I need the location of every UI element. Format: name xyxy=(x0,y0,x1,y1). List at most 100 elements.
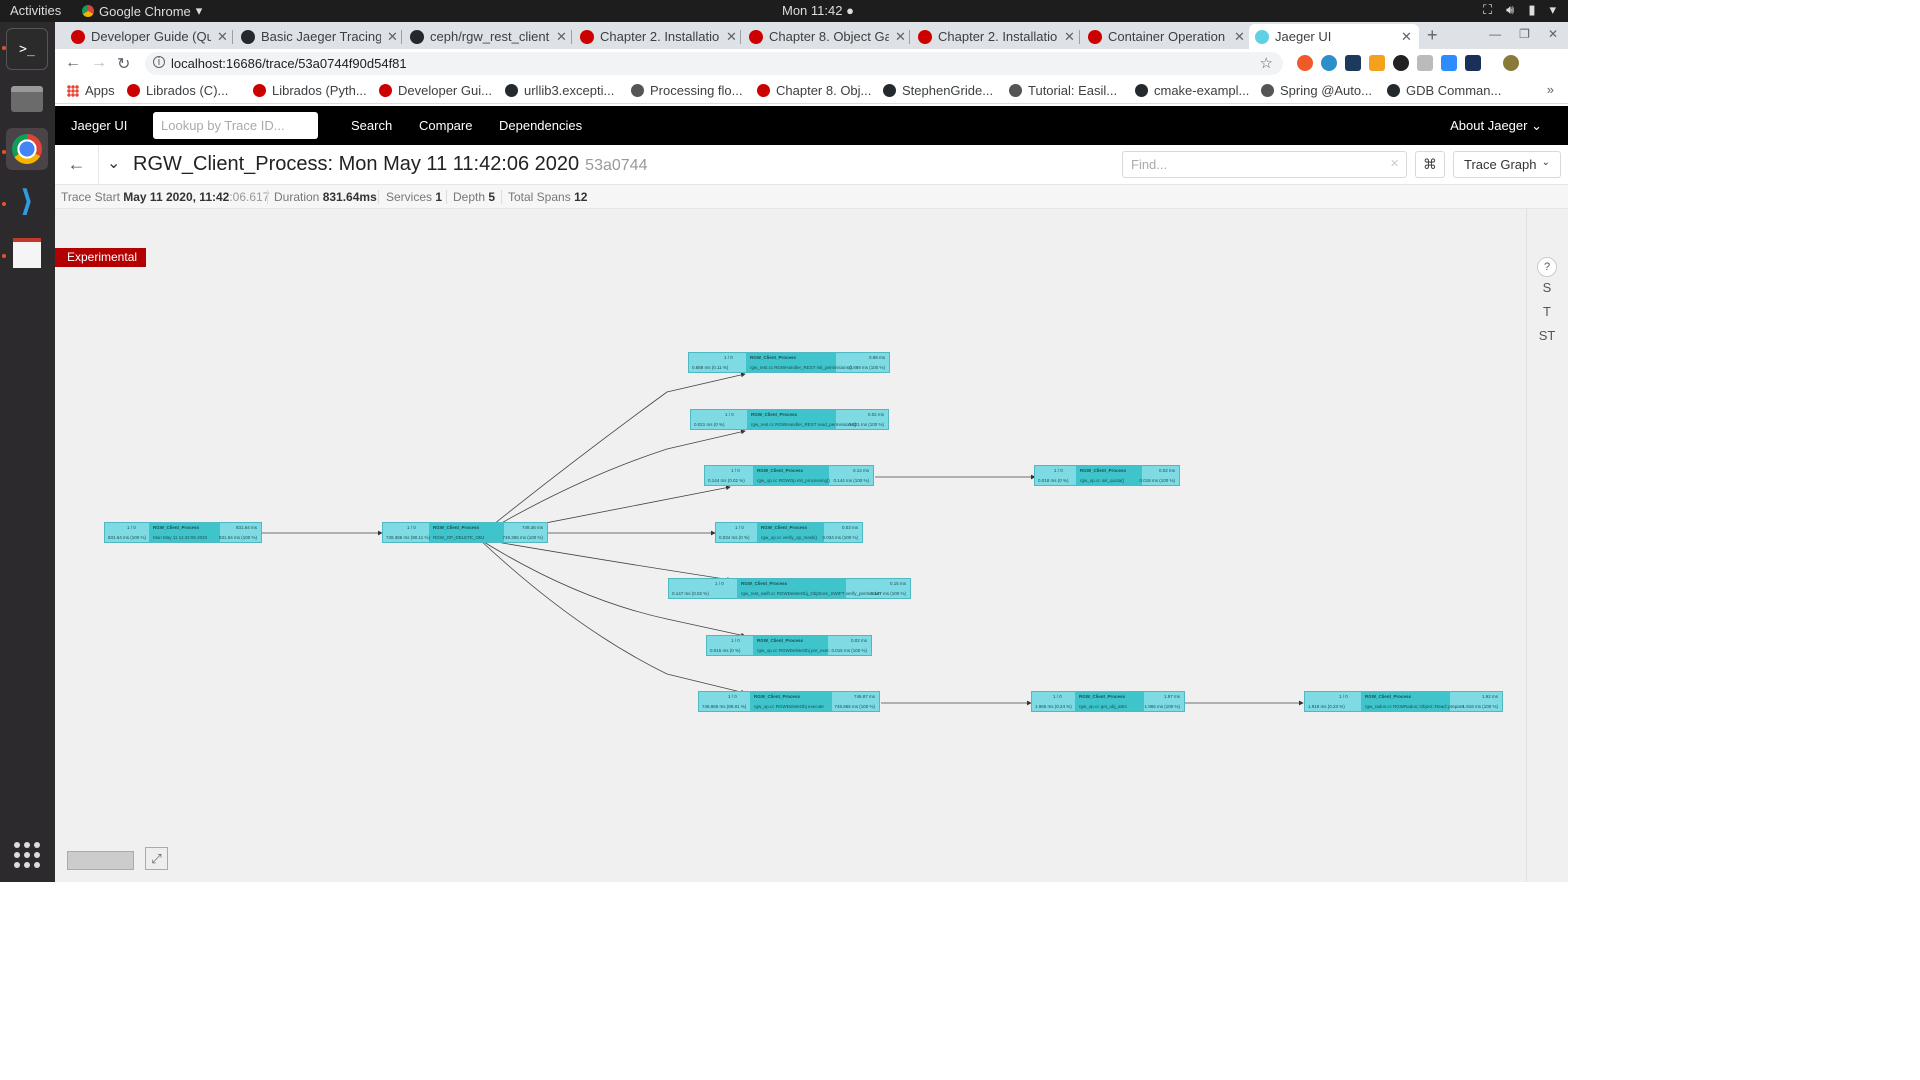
bookmark-apps[interactable]: Apps xyxy=(67,83,115,98)
span-self-ratio: 1.966 ms (100 %) xyxy=(1144,704,1180,709)
keyboard-shortcuts-button[interactable]: ⌘ xyxy=(1415,151,1445,178)
close-window-icon[interactable]: ✕ xyxy=(1548,27,1558,41)
info-icon[interactable]: i xyxy=(153,56,165,68)
system-tray[interactable]: ⛶ 🔊︎ ▮ ▾ xyxy=(1483,2,1556,18)
extension-icon[interactable] xyxy=(1417,55,1433,71)
span-node[interactable]: 1 / 0 RGW_Client_Process 0.89 ms 0.889 ms (… xyxy=(688,352,890,373)
span-node[interactable]: 1 / 0 RGW_Client_Process 0.02 ms 0.018 ms (… xyxy=(1034,465,1180,486)
tab-chapter-2-installation-2[interactable]: Chapter 2. Installatio ✕ xyxy=(912,24,1081,49)
close-icon[interactable]: ✕ xyxy=(1401,29,1412,45)
span-duration: 831.64 ms xyxy=(235,525,257,530)
close-icon[interactable]: ✕ xyxy=(1234,29,1245,45)
span-node[interactable]: 1 / 0 RGW_Client_Process 746.87 ms 746.866 … xyxy=(698,691,880,712)
span-operation: rgw_op.cc RGWDeleteObj pre_exec xyxy=(757,648,830,653)
bookmark-item[interactable]: StephenGride... xyxy=(883,83,993,98)
view-mode-select[interactable]: Trace Graph ⌄ xyxy=(1453,151,1561,178)
app-menu[interactable]: Google Chrome ▾ xyxy=(82,3,202,19)
jaeger-brand[interactable]: Jaeger UI xyxy=(71,118,127,133)
trace-short-id: 53a0744 xyxy=(585,157,648,174)
tab-basic-jaeger-tracing[interactable]: Basic Jaeger Tracing ✕ xyxy=(235,24,404,49)
clear-find-icon[interactable]: ✕ xyxy=(1390,157,1399,170)
vscode-app-icon[interactable]: ⟩ xyxy=(6,180,48,222)
clock[interactable]: Mon 11:42 ● xyxy=(782,3,854,18)
close-icon[interactable]: ✕ xyxy=(726,29,737,45)
bookmark-star-icon[interactable]: ☆ xyxy=(1260,54,1273,72)
bookmark-item[interactable]: Developer Gui... xyxy=(379,83,492,98)
tab-container-operations[interactable]: Container Operation ✕ xyxy=(1082,24,1251,49)
extension-icon[interactable] xyxy=(1321,55,1337,71)
minimize-icon[interactable]: — xyxy=(1489,27,1501,41)
span-operation: rgw_op.cc RGWOp init_processing() xyxy=(757,478,831,483)
chrome-app-icon[interactable] xyxy=(6,128,48,170)
span-count: 1 / 0 xyxy=(1339,694,1348,699)
tab-jaeger-ui[interactable]: Jaeger UI ✕ xyxy=(1249,24,1419,49)
tab-chapter-8-object-gateway[interactable]: Chapter 8. Object Ga ✕ xyxy=(743,24,912,49)
extension-icon[interactable] xyxy=(1369,55,1385,71)
span-node[interactable]: 1 / 0 RGW_Client_Process 0.02 ms 0.015 ms (… xyxy=(706,635,872,656)
close-icon[interactable]: ✕ xyxy=(556,29,567,45)
mode-selftime-button[interactable]: ST xyxy=(1534,327,1560,347)
bookmark-item[interactable]: Processing flo... xyxy=(631,83,743,98)
bookmark-item[interactable]: GDB Comman... xyxy=(1387,83,1501,98)
nav-compare[interactable]: Compare xyxy=(419,118,472,133)
span-self-time: 1.918 ms (0.23 %) xyxy=(1308,704,1345,709)
close-icon[interactable]: ✕ xyxy=(895,29,906,45)
files-app-icon[interactable] xyxy=(6,78,48,120)
span-node[interactable]: 1 / 0 RGW_Client_Process 1.92 ms 1.918 ms (… xyxy=(1304,691,1503,712)
help-icon[interactable]: ? xyxy=(1537,257,1557,277)
collapse-chevron-icon[interactable]: ⌄ xyxy=(107,153,120,173)
reload-icon[interactable]: ↻ xyxy=(117,54,130,74)
extension-icon[interactable] xyxy=(1297,55,1313,71)
address-bar[interactable]: i localhost:16686/trace/53a0744f90d54f81… xyxy=(145,52,1283,75)
tab-rgw-rest-client[interactable]: ceph/rgw_rest_client ✕ xyxy=(404,24,573,49)
mode-time-button[interactable]: T xyxy=(1537,303,1557,323)
forward-icon[interactable]: → xyxy=(91,54,107,72)
more-bookmarks-icon[interactable]: » xyxy=(1547,82,1554,97)
fit-to-screen-icon[interactable]: ⤢ xyxy=(145,847,168,870)
text-editor-app-icon[interactable] xyxy=(6,232,48,274)
span-node[interactable]: 1 / 0 RGW_Client_Process 1.97 ms 1.966 ms (… xyxy=(1031,691,1185,712)
trace-id-lookup-input[interactable]: Lookup by Trace ID... xyxy=(153,112,318,139)
bookmark-item[interactable]: cmake-exampl... xyxy=(1135,83,1249,98)
bookmark-item[interactable]: Chapter 8. Obj... xyxy=(757,83,871,98)
nav-search[interactable]: Search xyxy=(351,118,392,133)
span-node[interactable]: 1 / 0 RGW_Client_Process 0.14 ms 0.144 ms (… xyxy=(704,465,874,486)
tab-developer-guide[interactable]: Developer Guide (Qu ✕ xyxy=(65,24,234,49)
profile-avatar[interactable] xyxy=(1503,55,1519,71)
close-icon[interactable]: ✕ xyxy=(217,29,228,45)
back-icon[interactable]: ← xyxy=(65,54,81,72)
globe-icon xyxy=(631,84,644,97)
show-applications-icon[interactable] xyxy=(14,842,40,868)
find-input[interactable]: Find... xyxy=(1122,151,1407,178)
depth-summary: Depth 5 xyxy=(453,190,495,204)
bookmark-item[interactable]: Librados (C)... xyxy=(127,83,228,98)
span-node[interactable]: 1 / 0 RGW_Client_Process 749.36 ms 749.365 … xyxy=(382,522,548,543)
nav-dependencies[interactable]: Dependencies xyxy=(499,118,582,133)
terminal-app-icon[interactable]: >_ xyxy=(6,28,48,70)
bookmark-item[interactable]: Tutorial: Easil... xyxy=(1009,83,1117,98)
about-jaeger-menu[interactable]: About Jaeger ⌄ xyxy=(1450,118,1542,134)
graph-minimap[interactable] xyxy=(67,851,134,870)
extension-icon[interactable] xyxy=(1345,55,1361,71)
maximize-icon[interactable]: ❐ xyxy=(1519,27,1530,41)
trace-graph-canvas[interactable] xyxy=(55,209,1526,882)
tab-chapter-2-installation[interactable]: Chapter 2. Installatio ✕ xyxy=(574,24,743,49)
back-arrow-icon[interactable]: ← xyxy=(55,145,99,185)
new-tab-button[interactable]: + xyxy=(1427,25,1438,46)
activities-button[interactable]: Activities xyxy=(10,3,61,18)
bookmark-item[interactable]: Librados (Pyth... xyxy=(253,83,367,98)
extension-icon[interactable] xyxy=(1393,55,1409,71)
close-icon[interactable]: ✕ xyxy=(387,29,398,45)
span-node[interactable]: 1 / 0 RGW_Client_Process 0.02 ms 0.021 ms (… xyxy=(690,409,889,430)
extension-icon[interactable] xyxy=(1465,55,1481,71)
tab-strip: Developer Guide (Qu ✕ Basic Jaeger Tracin… xyxy=(55,22,1568,49)
span-node[interactable]: 1 / 0 RGW_Client_Process 0.15 ms 0.147 ms (… xyxy=(668,578,911,599)
bookmark-item[interactable]: urllib3.excepti... xyxy=(505,83,614,98)
span-service: RGW_Client_Process xyxy=(1079,694,1126,699)
extension-icon[interactable] xyxy=(1441,55,1457,71)
span-node[interactable]: 1 / 0 RGW_Client_Process 0.03 ms 0.034 ms (… xyxy=(715,522,863,543)
close-icon[interactable]: ✕ xyxy=(1064,29,1075,45)
mode-service-button[interactable]: S xyxy=(1537,279,1557,299)
span-node[interactable]: 1 / 0 RGW_Client_Process 831.64 ms 831.64 m… xyxy=(104,522,262,543)
bookmark-item[interactable]: Spring @Auto... xyxy=(1261,83,1372,98)
